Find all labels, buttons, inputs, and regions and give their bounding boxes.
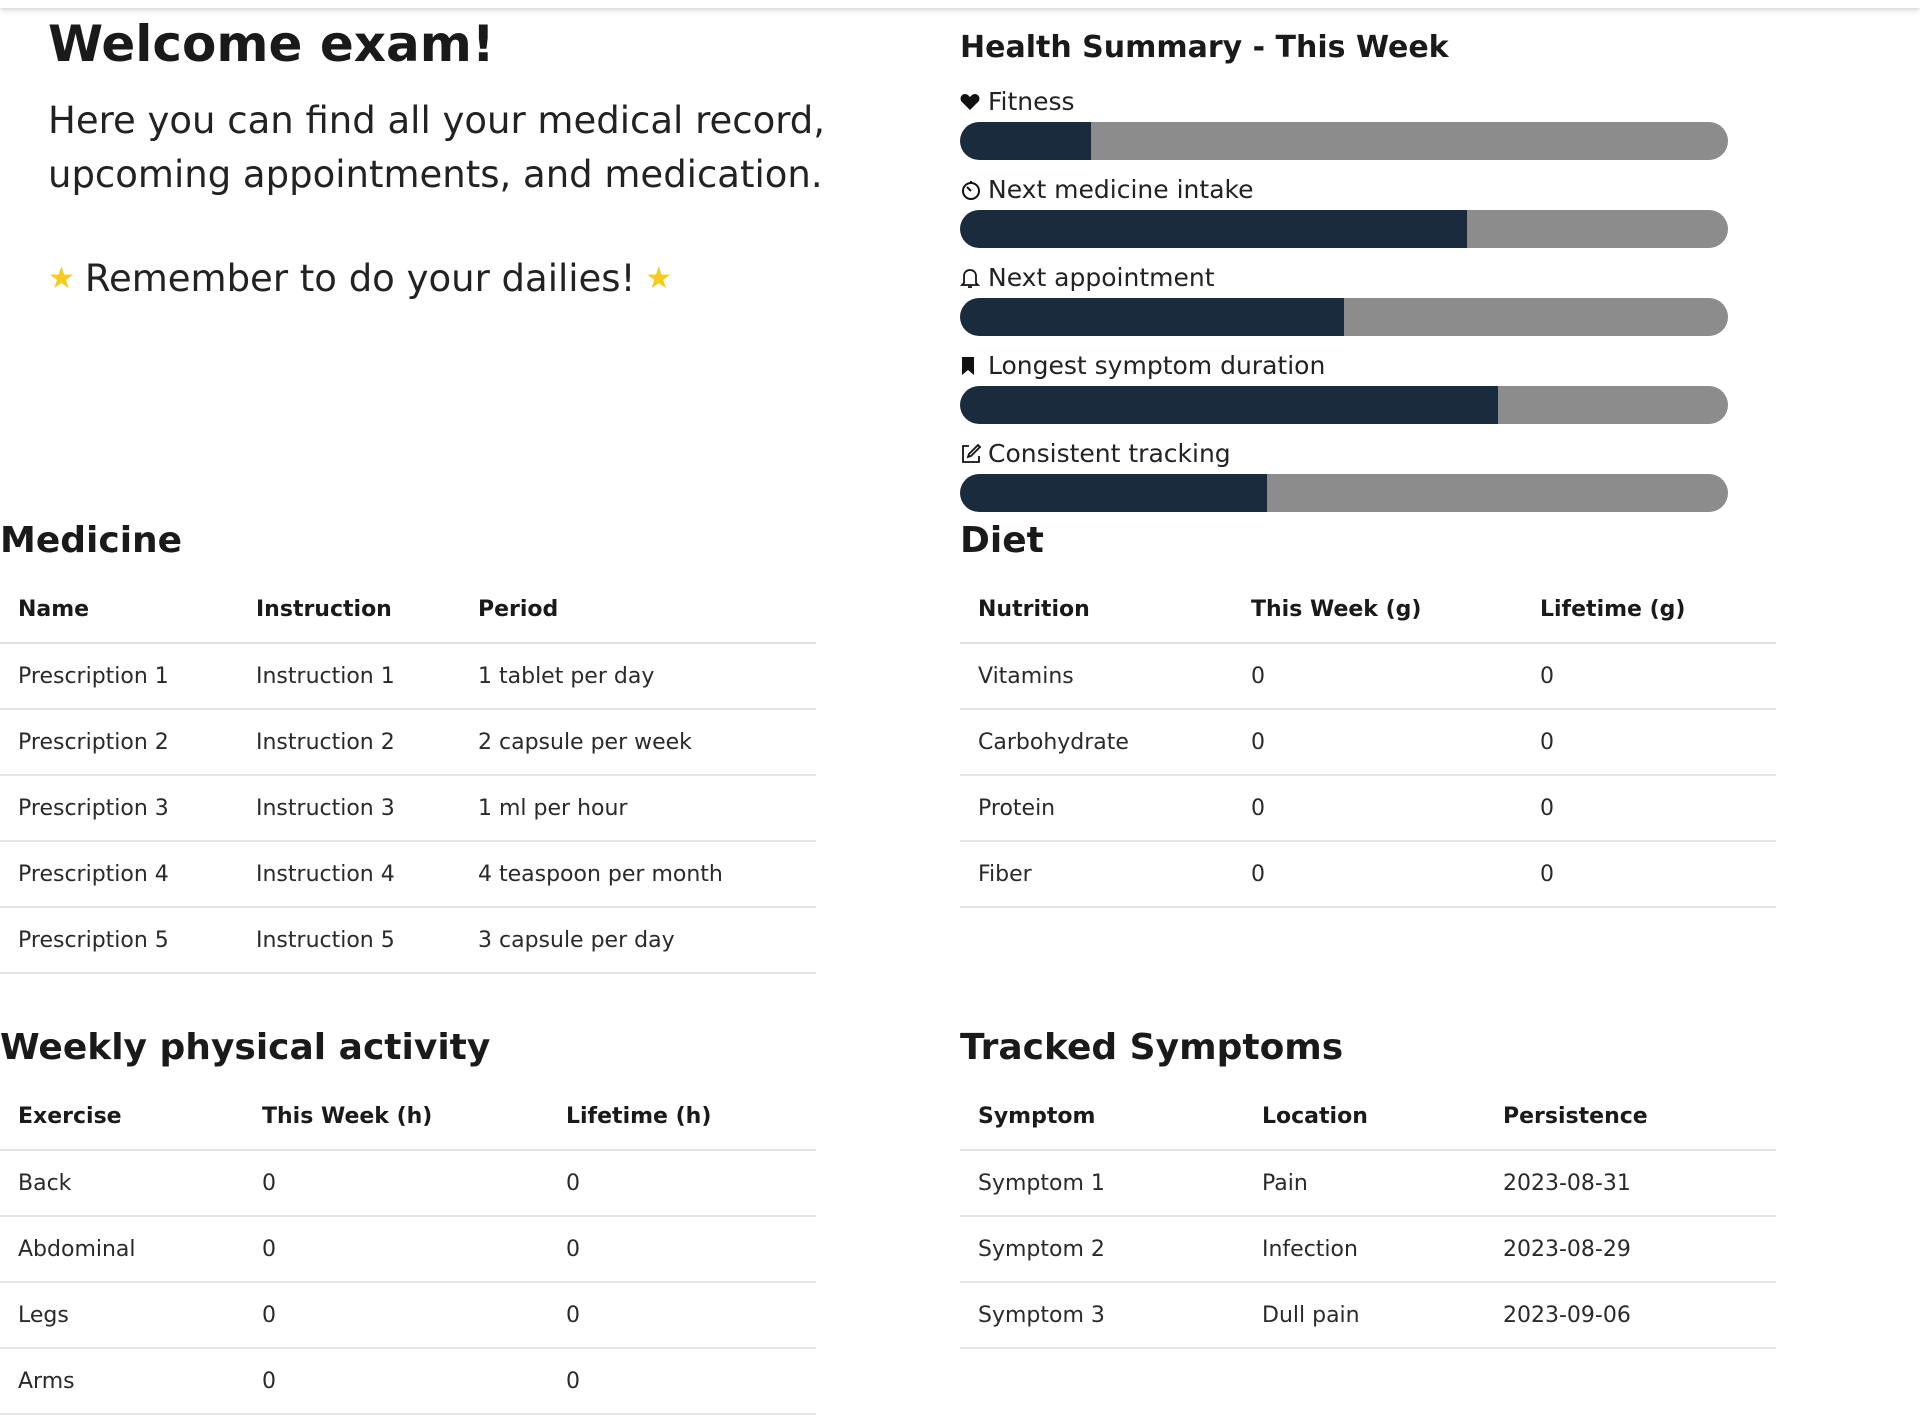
table-row: Prescription 5 Instruction 53 capsule per…	[0, 907, 816, 974]
reminder-text: Remember to do your dailies!	[84, 257, 636, 300]
daily-reminder: ★ Remember to do your dailies! ★	[48, 254, 848, 304]
diet-table: Nutrition This Week (g) Lifetime (g) Vit…	[960, 576, 1776, 908]
metric-label: Next appointment	[988, 263, 1215, 292]
metric-longest-symptom-duration: Longest symptom duration	[960, 346, 1730, 424]
column-header: Persistence	[1485, 1083, 1776, 1151]
bell-icon	[960, 267, 984, 289]
column-header: Name	[0, 576, 238, 644]
column-header: Lifetime (g)	[1522, 576, 1776, 644]
symptoms-section: Tracked Symptoms Symptom Location Persis…	[960, 1025, 1776, 1349]
table-row: Back 0 0	[0, 1150, 816, 1217]
metric-label: Longest symptom duration	[988, 351, 1326, 380]
activity-title: Weekly physical activity	[0, 1027, 491, 1068]
column-header: Lifetime (h)	[548, 1083, 816, 1151]
activity-section: Weekly physical activity Exercise This W…	[0, 1025, 816, 1415]
table-row: Symptom 2 Infection 2023-08-29	[960, 1216, 1776, 1283]
metric-label: Fitness	[988, 87, 1075, 116]
health-summary: Health Summary - This Week Fitness Next …	[960, 24, 1730, 522]
table-row: Arms 0 0	[0, 1348, 816, 1415]
column-header: Exercise	[0, 1083, 244, 1151]
diet-section: Diet Nutrition This Week (g) Lifetime (g…	[960, 518, 1776, 908]
column-header: This Week (h)	[244, 1083, 548, 1151]
table-row: Carbohydrate 0 0	[960, 709, 1776, 776]
table-row: Prescription 3 Instruction 31 ml per hour	[0, 775, 816, 842]
metric-label: Consistent tracking	[988, 439, 1231, 468]
top-bar	[0, 0, 1920, 8]
star-icon: ★	[48, 261, 75, 296]
symptoms-table: Symptom Location Persistence Symptom 1 Pa…	[960, 1083, 1776, 1349]
column-header: Symptom	[960, 1083, 1244, 1151]
progress-bar	[960, 210, 1728, 248]
diet-title: Diet	[960, 520, 1044, 561]
progress-bar	[960, 386, 1728, 424]
table-row: Prescription 4 Instruction 44 teaspoon pe…	[0, 841, 816, 908]
welcome-intro: Here you can find all your medical recor…	[48, 99, 826, 196]
table-row: Symptom 3 Dull pain 2023-09-06	[960, 1282, 1776, 1349]
progress-bar	[960, 122, 1728, 160]
table-row: Fiber 0 0	[960, 841, 1776, 908]
table-row: Protein 0 0	[960, 775, 1776, 842]
table-row: Legs 0 0	[0, 1282, 816, 1349]
medicine-section: Medicine Name Instruction Period Prescri…	[0, 518, 816, 974]
medicine-title: Medicine	[0, 520, 183, 561]
column-header: Period	[460, 576, 816, 644]
welcome-title: Welcome exam!	[48, 15, 495, 73]
table-row: Symptom 1 Pain 2023-08-31	[960, 1150, 1776, 1217]
table-row: Prescription 1 Instruction 11 tablet per …	[0, 643, 816, 710]
metric-label: Next medicine intake	[988, 175, 1254, 204]
symptoms-title: Tracked Symptoms	[960, 1027, 1344, 1068]
bookmark-icon	[960, 356, 984, 376]
health-summary-title: Health Summary - This Week	[960, 30, 1449, 65]
welcome-panel: Welcome exam! Here you can find all your…	[48, 14, 848, 304]
activity-table: Exercise This Week (h) Lifetime (h) Back…	[0, 1083, 816, 1415]
progress-bar	[960, 298, 1728, 336]
medicine-table: Name Instruction Period Prescription 1 In…	[0, 576, 816, 974]
metric-fitness: Fitness	[960, 82, 1730, 160]
column-header: Instruction	[238, 576, 460, 644]
column-header: This Week (g)	[1233, 576, 1522, 644]
table-row: Vitamins 0 0	[960, 643, 1776, 710]
edit-icon	[960, 443, 984, 465]
star-icon: ★	[645, 261, 673, 296]
metric-consistent-tracking: Consistent tracking	[960, 434, 1730, 512]
column-header: Location	[1244, 1083, 1485, 1151]
timer-icon	[960, 179, 984, 201]
metric-next-appointment: Next appointment	[960, 258, 1730, 336]
heart-icon	[960, 93, 984, 111]
column-header: Nutrition	[960, 576, 1233, 644]
table-row: Abdominal 0 0	[0, 1216, 816, 1283]
progress-bar	[960, 474, 1728, 512]
table-row: Prescription 2 Instruction 22 capsule per…	[0, 709, 816, 776]
metric-next-medicine-intake: Next medicine intake	[960, 170, 1730, 248]
